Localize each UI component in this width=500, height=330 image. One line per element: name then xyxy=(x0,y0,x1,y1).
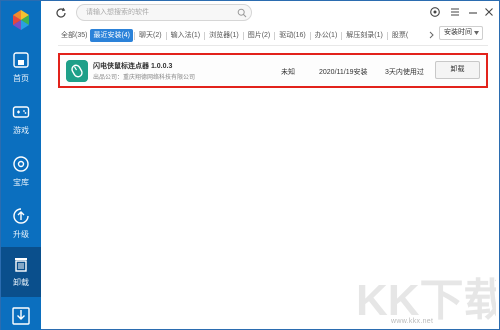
sidebar-item-upgrade[interactable]: 升级 xyxy=(1,199,41,249)
sidebar-item-label: 宝库 xyxy=(13,178,29,187)
tab-recent[interactable]: 最近安装(4) xyxy=(90,29,134,42)
sidebar-item-library[interactable]: 宝库 xyxy=(1,147,41,197)
app-logo-icon xyxy=(13,10,29,30)
tab-divider xyxy=(386,31,388,40)
tab-office[interactable]: 办公(1) xyxy=(312,29,341,42)
publisher-value: 重庆翔德网络科技有限公司 xyxy=(123,75,196,81)
tab-divider xyxy=(309,31,311,40)
app-size: 未知 xyxy=(281,69,295,76)
sidebar-item-label: 卸载 xyxy=(13,278,29,287)
gamepad-icon xyxy=(12,106,30,118)
install-date: 2020/11/19安装 xyxy=(319,69,368,76)
minimize-icon[interactable] xyxy=(467,6,479,18)
sidebar-item-games[interactable]: 游戏 xyxy=(1,95,41,145)
search-icon[interactable] xyxy=(237,8,247,18)
upgrade-icon xyxy=(13,208,29,224)
tab-divider xyxy=(134,31,136,40)
tab-browser[interactable]: 浏览器(1) xyxy=(206,29,242,42)
sidebar-item-label: 游戏 xyxy=(13,126,29,135)
search-input[interactable] xyxy=(86,6,236,19)
close-icon[interactable] xyxy=(483,6,495,18)
tab-divider xyxy=(274,31,276,40)
sidebar-item-uninstall[interactable]: 卸载 xyxy=(1,247,41,297)
sort-dropdown[interactable]: 安装时间 xyxy=(439,26,483,40)
tab-divider xyxy=(341,31,343,40)
trash-icon xyxy=(15,258,27,272)
settings-icon[interactable] xyxy=(429,6,441,18)
tab-stock[interactable]: 股票( xyxy=(389,29,411,42)
chevron-right-icon[interactable] xyxy=(429,30,434,40)
tab-all[interactable]: 全部(35) xyxy=(58,29,90,42)
chevron-down-icon xyxy=(474,31,479,35)
app-publisher: 出品公司：重庆翔德网络科技有限公司 xyxy=(93,72,195,81)
uninstall-button[interactable]: 卸载 xyxy=(435,61,480,79)
sidebar: 首页 游戏 宝库 升级 卸载 xyxy=(1,1,41,330)
top-bar xyxy=(41,1,500,25)
sort-selected-value: 安装时间 xyxy=(444,29,472,36)
home-icon xyxy=(13,52,29,68)
app-window: 首页 游戏 宝库 升级 卸载 请输入想搜索的软件 全部(35) 最近安装(4) … xyxy=(0,0,500,330)
sidebar-item-label: 升级 xyxy=(13,230,29,239)
divider xyxy=(58,45,488,46)
disc-icon xyxy=(13,156,29,172)
tab-divider xyxy=(204,31,206,40)
app-name: 闪电侠鼠标连点器 1.0.0.3 xyxy=(93,63,173,70)
tab-divider xyxy=(242,31,244,40)
mouse-clicker-app-icon xyxy=(66,60,88,82)
refresh-icon[interactable] xyxy=(55,7,67,19)
sidebar-item-home[interactable]: 首页 xyxy=(1,43,41,93)
sidebar-item-label: 首页 xyxy=(13,74,29,83)
download-manager-icon[interactable] xyxy=(1,301,41,329)
tab-compress[interactable]: 解压刻录(1) xyxy=(343,29,386,42)
search-box xyxy=(76,4,252,21)
tab-driver[interactable]: 驱动(16) xyxy=(276,29,308,42)
watermark-url: www.kkx.net xyxy=(391,318,434,325)
tab-divider xyxy=(165,31,167,40)
publisher-label: 出品公司： xyxy=(93,75,124,81)
list-item[interactable]: 闪电侠鼠标连点器 1.0.0.3 出品公司：重庆翔德网络科技有限公司 未知 20… xyxy=(58,53,488,88)
usage-status: 3天内使用过 xyxy=(385,69,424,76)
tab-image[interactable]: 图片(2) xyxy=(245,29,274,42)
tab-chat[interactable]: 聊天(2) xyxy=(136,29,165,42)
menu-icon[interactable] xyxy=(449,6,461,18)
tab-input-method[interactable]: 输入法(1) xyxy=(168,29,204,42)
category-tabs: 全部(35) 最近安装(4) 聊天(2) 输入法(1) 浏览器(1) 图片(2)… xyxy=(58,29,411,42)
